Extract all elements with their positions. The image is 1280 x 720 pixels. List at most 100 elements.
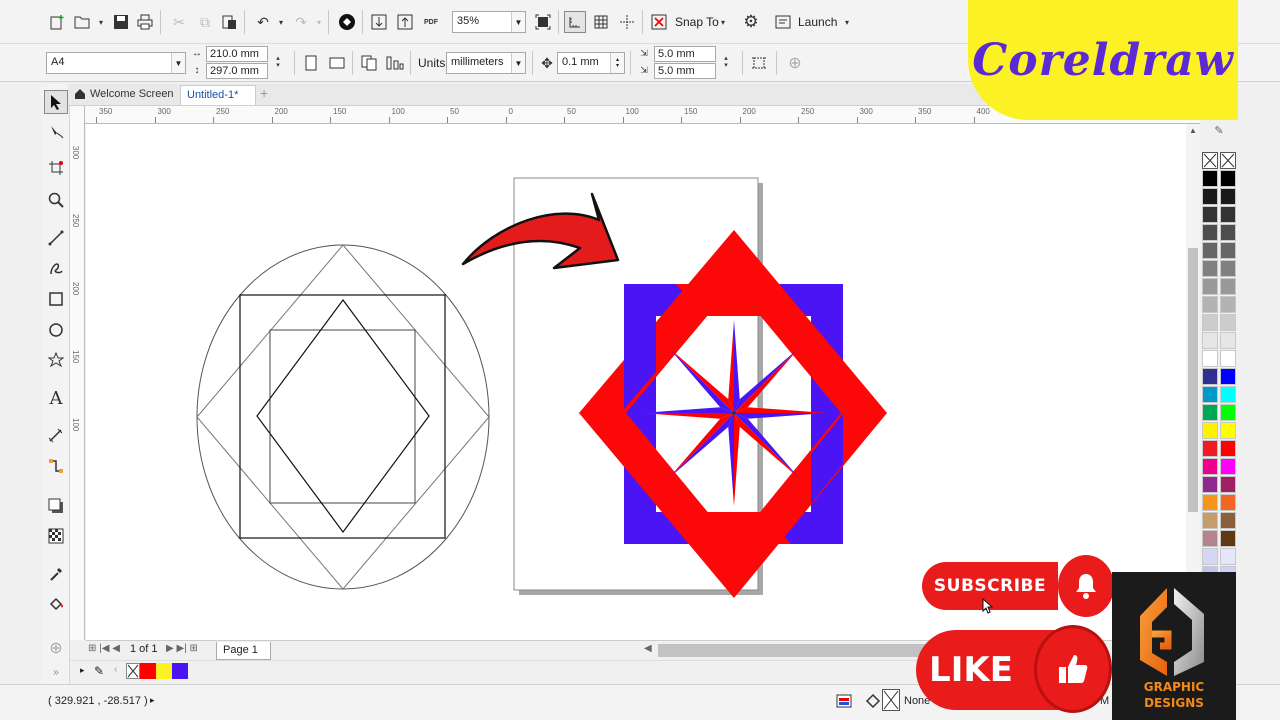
- palette-swatch[interactable]: [1202, 296, 1218, 313]
- palette-swatch[interactable]: [1202, 188, 1218, 205]
- palette-swatch[interactable]: [1220, 278, 1236, 295]
- palette-swatch[interactable]: [1220, 458, 1236, 475]
- eight-point-star[interactable]: [641, 320, 827, 506]
- palette-swatch[interactable]: [1202, 206, 1218, 223]
- palette-swatch[interactable]: [1220, 206, 1236, 223]
- units-select[interactable]: millimeters ▼: [446, 52, 526, 74]
- duplicate-distance-y-input[interactable]: 5.0 mm: [654, 63, 716, 79]
- artistic-media-icon[interactable]: [44, 256, 68, 280]
- transparency-tool-icon[interactable]: [44, 524, 68, 548]
- palette-swatch[interactable]: [1220, 224, 1236, 241]
- swatch-red[interactable]: [140, 663, 156, 679]
- palette-swatch[interactable]: [1220, 440, 1236, 457]
- palette-swatch[interactable]: [1220, 422, 1236, 439]
- cut-icon[interactable]: ✂: [168, 11, 190, 33]
- page-nav-first-icon[interactable]: ⊞ |◀ ◀: [88, 643, 120, 654]
- vertical-scrollbar[interactable]: ▲: [1186, 124, 1200, 640]
- portrait-icon[interactable]: [300, 52, 322, 74]
- swatch-blue[interactable]: [172, 663, 188, 679]
- palette-swatch[interactable]: [1202, 494, 1218, 511]
- corel-connect-icon[interactable]: [336, 11, 358, 33]
- add-tab-button[interactable]: +: [256, 85, 276, 105]
- show-rulers-icon[interactable]: [564, 11, 586, 33]
- palette-swatch[interactable]: [1202, 314, 1218, 331]
- palette-swatch[interactable]: [1220, 494, 1236, 511]
- palette-swatch[interactable]: [1202, 170, 1218, 187]
- bell-icon[interactable]: [1058, 555, 1114, 617]
- palette-swatch[interactable]: [1220, 332, 1236, 349]
- rectangle-tool-icon[interactable]: [44, 287, 68, 311]
- new-document-icon[interactable]: [46, 11, 68, 33]
- text-tool-icon[interactable]: A: [44, 386, 68, 410]
- no-color-swatch[interactable]: [1202, 152, 1218, 169]
- save-icon[interactable]: [110, 11, 132, 33]
- color-proof-icon[interactable]: [836, 693, 852, 712]
- palette-swatch[interactable]: [1202, 530, 1218, 547]
- pick-tool-icon[interactable]: [44, 90, 68, 114]
- palette-swatch[interactable]: [1220, 314, 1236, 331]
- connector-tool-icon[interactable]: [44, 454, 68, 478]
- page-size-select[interactable]: A4 ▼: [46, 52, 186, 74]
- add-tool-icon[interactable]: ⊕: [44, 636, 68, 660]
- page-height-input[interactable]: 297.0 mm: [206, 63, 268, 79]
- tab-welcome-screen[interactable]: Welcome Screen: [84, 85, 182, 105]
- crop-tool-icon[interactable]: [44, 156, 68, 180]
- ellipse-tool-icon[interactable]: [44, 318, 68, 342]
- palette-swatch[interactable]: [1220, 404, 1236, 421]
- undo-dropdown-icon[interactable]: ▾: [270, 11, 292, 33]
- swatch-yellow[interactable]: [156, 663, 172, 679]
- wireframe-construction[interactable]: [196, 244, 490, 590]
- show-grid-icon[interactable]: [590, 11, 612, 33]
- palette-swatch[interactable]: [1202, 458, 1218, 475]
- palette-swatch[interactable]: [1202, 332, 1218, 349]
- duplicate-spinner-icon[interactable]: ▴ ▾: [716, 46, 736, 78]
- palette-swatch[interactable]: [1220, 260, 1236, 277]
- palette-swatch[interactable]: [1202, 260, 1218, 277]
- palette-options-icon[interactable]: ✎: [1200, 124, 1238, 150]
- status-expand-icon[interactable]: ▸: [150, 695, 155, 706]
- zoom-level-select[interactable]: 35% ▼: [452, 11, 526, 33]
- export-icon[interactable]: [394, 11, 416, 33]
- all-pages-icon[interactable]: [358, 52, 380, 74]
- thumbs-up-icon[interactable]: [1034, 625, 1112, 713]
- zoom-tool-icon[interactable]: [44, 188, 68, 212]
- copy-icon[interactable]: ⧉: [194, 11, 216, 33]
- palette-swatch[interactable]: [1220, 170, 1236, 187]
- launch-dropdown-icon[interactable]: ▾: [836, 11, 858, 33]
- fill-icon[interactable]: [44, 592, 68, 616]
- palette-swatch[interactable]: [1202, 350, 1218, 367]
- palette-swatch[interactable]: [1202, 278, 1218, 295]
- polygon-tool-icon[interactable]: [44, 348, 68, 372]
- palette-swatch[interactable]: [1220, 188, 1236, 205]
- shape-tool-icon[interactable]: [44, 120, 68, 144]
- docpal-scroll-icon[interactable]: ‹: [114, 664, 117, 675]
- palette-swatch[interactable]: [1202, 242, 1218, 259]
- palette-swatch[interactable]: [1202, 224, 1218, 241]
- palette-swatch[interactable]: [1220, 530, 1236, 547]
- zoom-fit-icon[interactable]: [532, 11, 554, 33]
- freehand-tool-icon[interactable]: [44, 226, 68, 250]
- page-tab-1[interactable]: Page 1: [216, 642, 271, 660]
- palette-swatch[interactable]: [1220, 548, 1236, 565]
- tab-untitled-1[interactable]: Untitled-1*: [180, 85, 256, 105]
- palette-swatch[interactable]: [1202, 422, 1218, 439]
- add-preset-icon[interactable]: ⊕: [784, 52, 806, 74]
- snap-off-icon[interactable]: [648, 11, 670, 33]
- page-nav-next-icon[interactable]: ▶ ▶| ⊞: [166, 643, 198, 654]
- palette-swatch[interactable]: [1202, 386, 1218, 403]
- current-page-icon[interactable]: [384, 52, 406, 74]
- palette-swatch[interactable]: [1220, 512, 1236, 529]
- eyedropper-icon[interactable]: ✎: [94, 664, 104, 678]
- nudge-distance-input[interactable]: 0.1 mm ▴ ▾: [557, 52, 625, 74]
- palette-swatch[interactable]: [1220, 386, 1236, 403]
- shadow-tool-icon[interactable]: [44, 494, 68, 518]
- paste-icon[interactable]: [218, 11, 240, 33]
- palette-swatch[interactable]: [1220, 296, 1236, 313]
- scroll-up-icon[interactable]: ▲: [1186, 126, 1200, 138]
- palette-swatch[interactable]: [1202, 476, 1218, 493]
- palette-swatch[interactable]: [1202, 404, 1218, 421]
- import-icon[interactable]: [368, 11, 390, 33]
- dimension-spinner-icon[interactable]: ▴ ▾: [268, 46, 288, 78]
- toolbox-expand-icon[interactable]: »: [44, 660, 68, 684]
- palette-swatch[interactable]: [1202, 368, 1218, 385]
